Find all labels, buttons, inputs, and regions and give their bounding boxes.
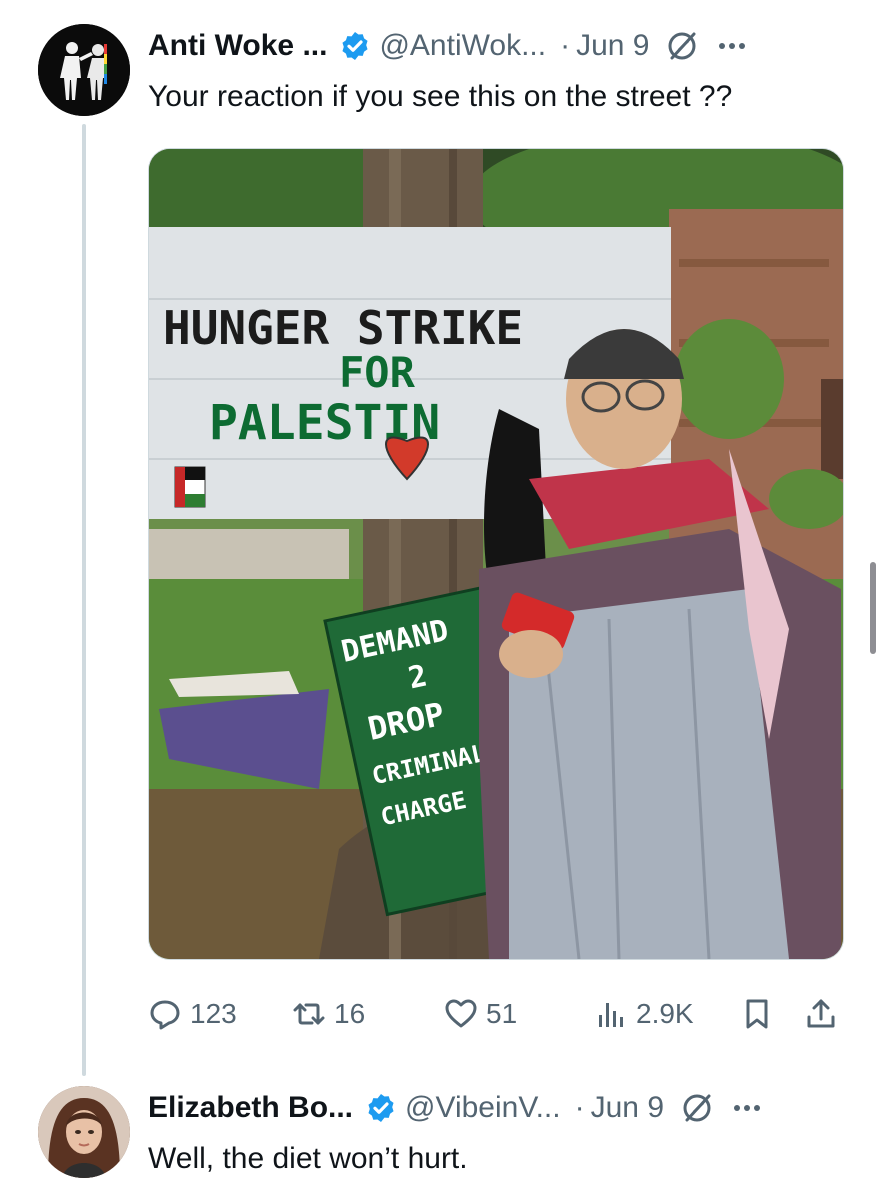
tweet-header: Anti Woke ... @AntiWok... · Jun 9 xyxy=(148,26,749,66)
avatar-portrait-icon xyxy=(38,1086,130,1178)
reply-author-avatar[interactable] xyxy=(38,1086,130,1178)
verified-badge-icon xyxy=(368,1094,394,1122)
view-count: 2.9K xyxy=(636,998,694,1029)
reply-author-handle[interactable]: @VibeinV... xyxy=(405,1091,561,1125)
reply-author-name[interactable]: Elizabeth Bo... xyxy=(148,1091,353,1125)
tweet-date[interactable]: Jun 9 xyxy=(576,29,649,63)
author-avatar[interactable] xyxy=(38,24,130,116)
share-icon xyxy=(807,999,835,1028)
separator-dot: · xyxy=(574,1091,585,1124)
tweet-action-bar: 123 16 51 2.9K xyxy=(148,992,842,1036)
like-button[interactable]: 51 xyxy=(444,992,517,1036)
heart-icon xyxy=(445,999,477,1028)
reply-text: Well, the diet won’t hurt. xyxy=(148,1142,468,1175)
verified-badge-icon xyxy=(342,32,369,60)
scrollbar-thumb[interactable] xyxy=(870,562,876,654)
retweet-button[interactable]: 16 xyxy=(292,992,365,1036)
share-button[interactable] xyxy=(804,992,846,1036)
edit-restricted-icon xyxy=(683,1094,711,1122)
avatar-figures-icon xyxy=(38,24,130,116)
bookmark-button[interactable] xyxy=(740,992,782,1036)
sign-line-1: HUNGER STRIKE xyxy=(163,301,523,355)
reply-count: 123 xyxy=(190,998,237,1029)
author-name[interactable]: Anti Woke ... xyxy=(148,29,327,63)
reply-date[interactable]: Jun 9 xyxy=(591,1091,664,1125)
tweet-media-image[interactable]: HUNGER STRIKE FOR PALESTIN DEMAND 2 DROP… xyxy=(148,148,844,960)
like-count: 51 xyxy=(486,998,518,1029)
views-icon xyxy=(599,1003,623,1027)
sign-line-2: FOR xyxy=(339,348,416,397)
tweet-text: Your reaction if you see this on the str… xyxy=(148,80,733,113)
more-icon[interactable] xyxy=(715,29,749,63)
thread-connector-line xyxy=(82,124,86,1076)
views-button[interactable]: 2.9K xyxy=(594,992,694,1036)
separator-dot: · xyxy=(560,29,571,62)
retweet-icon xyxy=(293,1003,325,1025)
edit-restricted-icon xyxy=(668,32,696,60)
reply-icon xyxy=(150,1000,180,1030)
author-handle[interactable]: @AntiWok... xyxy=(379,29,546,63)
bookmark-icon xyxy=(746,999,768,1029)
reply-header: Elizabeth Bo... @VibeinV... · Jun 9 xyxy=(148,1088,764,1128)
reply-button[interactable]: 123 xyxy=(148,992,237,1036)
retweet-count: 16 xyxy=(334,998,366,1029)
more-icon[interactable] xyxy=(730,1091,764,1125)
protest-photo: HUNGER STRIKE FOR PALESTIN DEMAND 2 DROP… xyxy=(149,149,843,959)
